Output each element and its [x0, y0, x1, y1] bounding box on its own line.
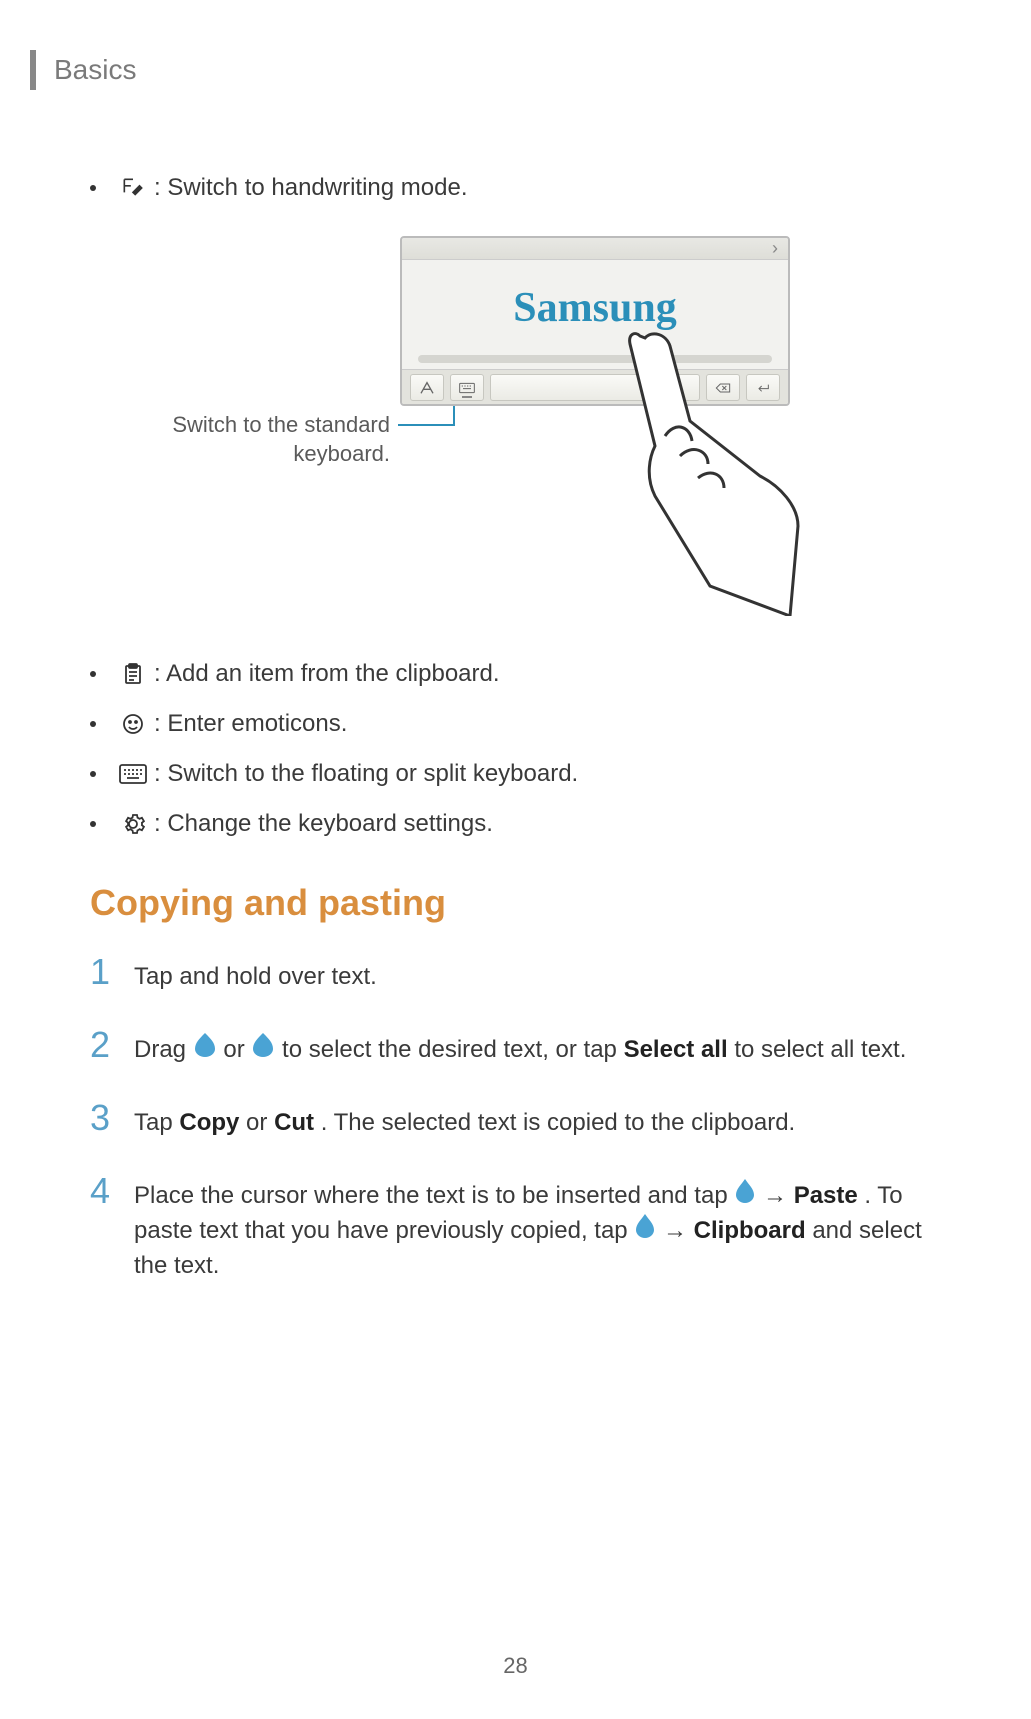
bullet-dot — [90, 721, 96, 727]
selection-handle-right-icon — [253, 1033, 273, 1068]
step-arrow: → — [663, 1217, 694, 1244]
step-text-part: Tap and hold over text. — [134, 963, 377, 990]
bullet-item: : Switch to the floating or split keyboa… — [90, 756, 951, 792]
figure-callout: Switch to the standard keyboard. — [130, 411, 390, 468]
keyboard-topbar — [402, 238, 788, 260]
bullet-text: : Add an item from the clipboard. — [154, 656, 500, 692]
step-bold: Cut — [274, 1109, 314, 1136]
bullet-dot — [90, 771, 96, 777]
manual-page: Basics : Switch to handwriting mode. Swi… — [0, 0, 1031, 1719]
step-number: 4 — [90, 1173, 134, 1209]
step-text-part: or — [246, 1109, 274, 1136]
step-item: 1 Tap and hold over text. — [90, 954, 951, 995]
section-heading: Copying and pasting — [90, 882, 951, 924]
page-number: 28 — [0, 1653, 1031, 1679]
key-standard-keyboard — [450, 374, 484, 401]
step-text: Tap Copy or Cut . The selected text is c… — [134, 1100, 795, 1141]
cursor-handle-icon — [636, 1214, 654, 1249]
bullet-text: : Change the keyboard settings. — [154, 806, 493, 842]
step-text-part: or — [223, 1036, 251, 1063]
bullet-item: : Add an item from the clipboard. — [90, 656, 951, 692]
hand-illustration — [580, 326, 800, 616]
cursor-handle-icon — [736, 1179, 754, 1214]
header-title: Basics — [54, 54, 136, 86]
selection-handle-left-icon — [195, 1033, 215, 1068]
settings-icon — [118, 809, 148, 839]
step-text-part: to select all text. — [734, 1036, 906, 1063]
page-content: : Switch to handwriting mode. Switch to … — [30, 170, 951, 1284]
header-rule — [30, 50, 36, 90]
page-header: Basics — [30, 50, 951, 90]
bullet-text: : Switch to the floating or split keyboa… — [154, 756, 578, 792]
step-item: 2 Drag or to select the desired text, or… — [90, 1027, 951, 1068]
bullet-text: : Enter emoticons. — [154, 706, 347, 742]
step-text-part: Place the cursor where the text is to be… — [134, 1182, 734, 1209]
step-text-part: . The selected text is copied to the cli… — [321, 1109, 796, 1136]
step-arrow: → — [763, 1182, 794, 1209]
step-text-part: Tap — [134, 1109, 179, 1136]
step-text-part: Drag — [134, 1036, 193, 1063]
emoticon-icon — [118, 709, 148, 739]
bullet-item: : Change the keyboard settings. — [90, 806, 951, 842]
bullet-dot — [90, 821, 96, 827]
handwriting-icon — [118, 173, 148, 203]
clipboard-icon — [118, 659, 148, 689]
bullet-item: : Switch to handwriting mode. — [90, 170, 951, 206]
bullet-text: : Switch to handwriting mode. — [154, 170, 468, 206]
step-bold: Copy — [179, 1109, 239, 1136]
keyboard-icon — [118, 759, 148, 789]
step-item: 3 Tap Copy or Cut . The selected text is… — [90, 1100, 951, 1141]
handwriting-figure: Switch to the standard keyboard. Samsung — [90, 236, 951, 596]
step-number: 2 — [90, 1027, 134, 1063]
key-mode — [410, 374, 444, 401]
step-bold: Select all — [624, 1036, 728, 1063]
step-number: 1 — [90, 954, 134, 990]
bullet-dot — [90, 671, 96, 677]
step-bold: Clipboard — [694, 1217, 806, 1244]
step-text: Tap and hold over text. — [134, 954, 377, 995]
callout-leader — [398, 424, 488, 544]
step-text-part: to select the desired text, or tap — [282, 1036, 624, 1063]
step-text: Drag or to select the desired text, or t… — [134, 1027, 906, 1068]
step-text: Place the cursor where the text is to be… — [134, 1173, 951, 1284]
handwriting-sample-text: Samsung — [513, 284, 676, 332]
step-item: 4 Place the cursor where the text is to … — [90, 1173, 951, 1284]
step-bold: Paste — [794, 1182, 858, 1209]
bullet-item: : Enter emoticons. — [90, 706, 951, 742]
step-number: 3 — [90, 1100, 134, 1136]
bullet-dot — [90, 185, 96, 191]
